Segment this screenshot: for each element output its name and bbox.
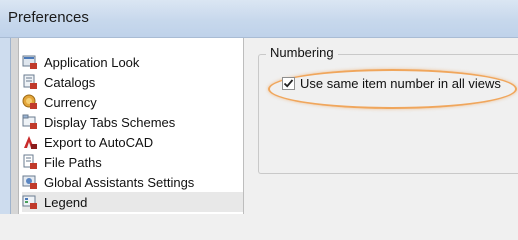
sidebar-item-label: Display Tabs Schemes: [44, 114, 176, 130]
sidebar-item-file-paths[interactable]: File Paths: [22, 152, 243, 172]
catalogs-icon: [22, 74, 38, 90]
sidebar-item-label: Currency: [44, 94, 97, 110]
same-item-number-label: Use same item number in all views: [300, 76, 501, 91]
sidebar-item-label: Export to AutoCAD: [44, 134, 154, 150]
sidebar-item-currency[interactable]: Currency: [22, 92, 243, 112]
sidebar-item-label: Catalogs: [44, 74, 96, 90]
list-gutter: [11, 38, 19, 214]
sidebar-item-display-tabs-schemes[interactable]: Display Tabs Schemes: [22, 112, 243, 132]
legend-icon: [22, 194, 38, 210]
sidebar-item-export-to-autocad[interactable]: Export to AutoCAD: [22, 132, 243, 152]
sidebar-item-label: Application Look: [44, 54, 140, 70]
global-assistants-icon: [22, 174, 38, 190]
checkmark-icon: [283, 79, 294, 88]
sidebar-item-label: Legend: [44, 194, 88, 210]
same-item-number-option[interactable]: Use same item number in all views: [282, 76, 501, 91]
display-tabs-icon: [22, 114, 38, 130]
sidebar-item-label: Global Assistants Settings: [44, 174, 195, 190]
sidebar-item-legend[interactable]: Legend: [22, 192, 243, 212]
same-item-number-checkbox[interactable]: [282, 77, 295, 90]
application-look-icon: [22, 54, 38, 70]
sidebar-item-application-look[interactable]: Application Look: [22, 52, 243, 72]
currency-icon: [22, 94, 38, 110]
sidebar-item-label: File Paths: [44, 154, 102, 170]
sidebar-item-catalogs[interactable]: Catalogs: [22, 72, 243, 92]
title-bar: Preferences: [0, 0, 518, 38]
file-paths-icon: [22, 154, 38, 170]
export-autocad-icon: [22, 134, 38, 150]
sidebar-item-global-assistants-settings[interactable]: Global Assistants Settings: [22, 172, 243, 192]
numbering-group-label: Numbering: [266, 45, 338, 60]
window-title: Preferences: [8, 9, 89, 26]
window-frame: [0, 38, 11, 214]
